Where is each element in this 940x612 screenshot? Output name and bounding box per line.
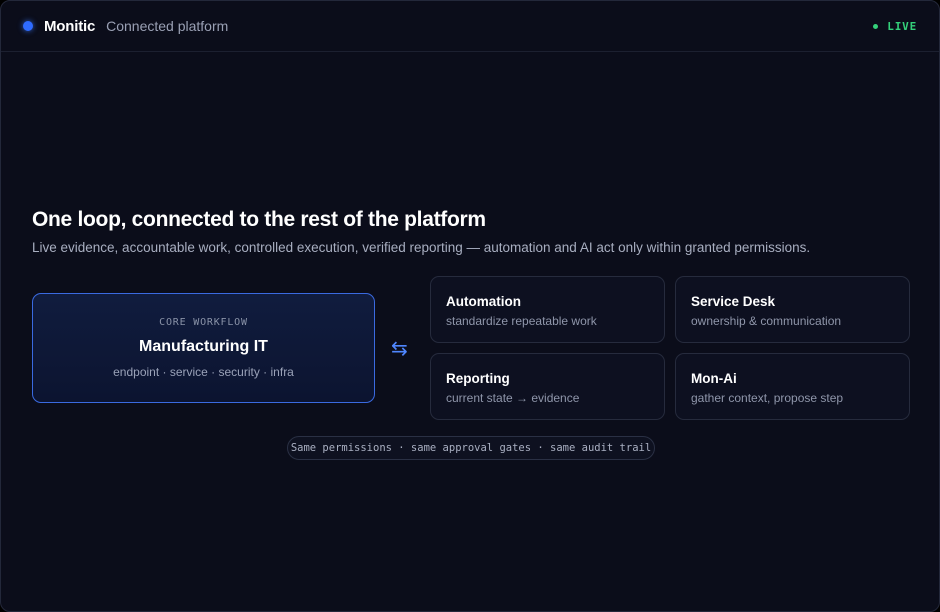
section-subtitle: Live evidence, accountable work, control… xyxy=(32,240,811,255)
module-card-automation[interactable]: Automation standardize repeatable work xyxy=(430,276,665,343)
module-card-service-desk[interactable]: Service Desk ownership & communication xyxy=(675,276,910,343)
module-title: Automation xyxy=(446,294,521,309)
module-description: standardize repeatable work xyxy=(446,314,597,328)
module-description: ownership & communication xyxy=(691,314,842,328)
brand-name[interactable]: Monitic xyxy=(44,18,95,35)
shared-controls-pill: Same permissions · same approval gates ·… xyxy=(287,436,655,460)
module-title: Mon-Ai xyxy=(691,371,737,386)
module-card-reporting[interactable]: Reporting current state → evidence xyxy=(430,353,665,420)
live-status-label: LIVE xyxy=(887,19,917,33)
core-workflow-tags: endpoint · service · security · infra xyxy=(113,365,294,379)
core-workflow-title: Manufacturing IT xyxy=(139,338,268,355)
brand-subtitle: Connected platform xyxy=(106,18,229,34)
brand-dot-icon xyxy=(23,21,33,31)
bidirectional-arrows-icon: ⇆ xyxy=(391,338,408,360)
app-window: Monitic Connected platform LIVE One loop… xyxy=(0,0,940,612)
module-card-mon-ai[interactable]: Mon-Ai gather context, propose step xyxy=(675,353,910,420)
top-bar: Monitic Connected platform LIVE xyxy=(1,1,939,52)
module-title: Reporting xyxy=(446,371,510,386)
module-description: current state → evidence xyxy=(446,391,580,405)
core-workflow-card[interactable]: CORE WORKFLOW Manufacturing IT endpoint … xyxy=(32,293,375,403)
section-title: One loop, connected to the rest of the p… xyxy=(32,208,486,231)
live-dot-icon xyxy=(873,23,879,29)
core-workflow-eyebrow: CORE WORKFLOW xyxy=(159,317,248,328)
module-description: gather context, propose step xyxy=(691,391,844,405)
live-status-badge: LIVE xyxy=(873,20,917,33)
module-title: Service Desk xyxy=(691,294,776,309)
